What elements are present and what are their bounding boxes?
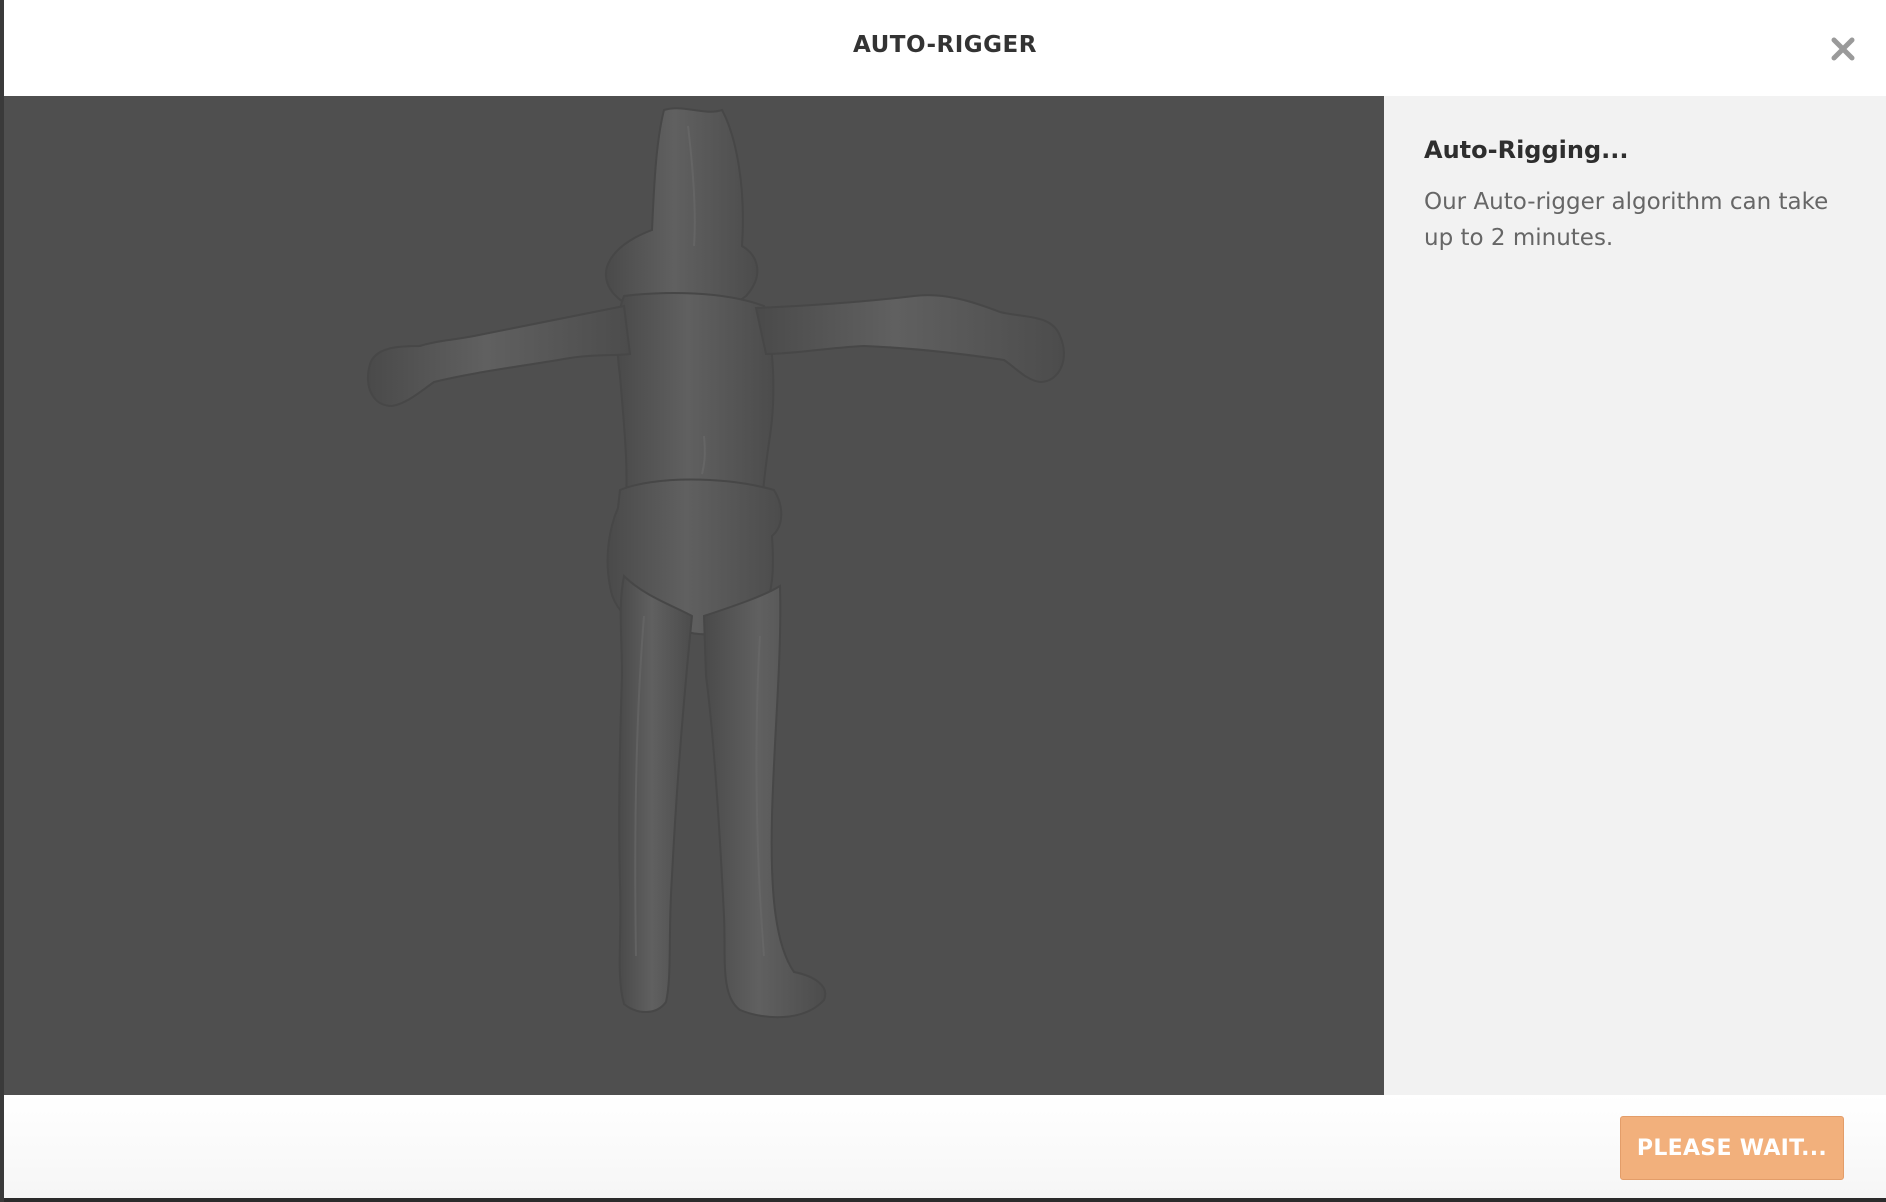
status-description: Our Auto-rigger algorithm can take up to… bbox=[1424, 189, 1829, 251]
status-panel: Auto-Rigging... Our Auto-rigger algorith… bbox=[1384, 96, 1886, 1095]
model-head bbox=[605, 107, 759, 314]
dialog-title: AUTO-RIGGER bbox=[853, 32, 1037, 58]
model-left-leg bbox=[618, 573, 694, 1013]
model-viewport[interactable] bbox=[4, 96, 1384, 1095]
status-heading: Auto-Rigging... bbox=[1424, 136, 1629, 164]
auto-rigger-dialog: AUTO-RIGGER Auto-Rigging... Our Auto-rig… bbox=[4, 0, 1886, 1198]
close-icon bbox=[1831, 37, 1855, 61]
dialog-header: AUTO-RIGGER bbox=[4, 0, 1886, 96]
character-model bbox=[367, 107, 1065, 1019]
model-left-arm bbox=[367, 304, 632, 408]
model-right-arm bbox=[754, 294, 1065, 384]
dialog-footer: PLEASE WAIT... bbox=[4, 1095, 1886, 1198]
please-wait-button[interactable]: PLEASE WAIT... bbox=[1620, 1116, 1844, 1180]
close-button[interactable] bbox=[1826, 32, 1860, 66]
